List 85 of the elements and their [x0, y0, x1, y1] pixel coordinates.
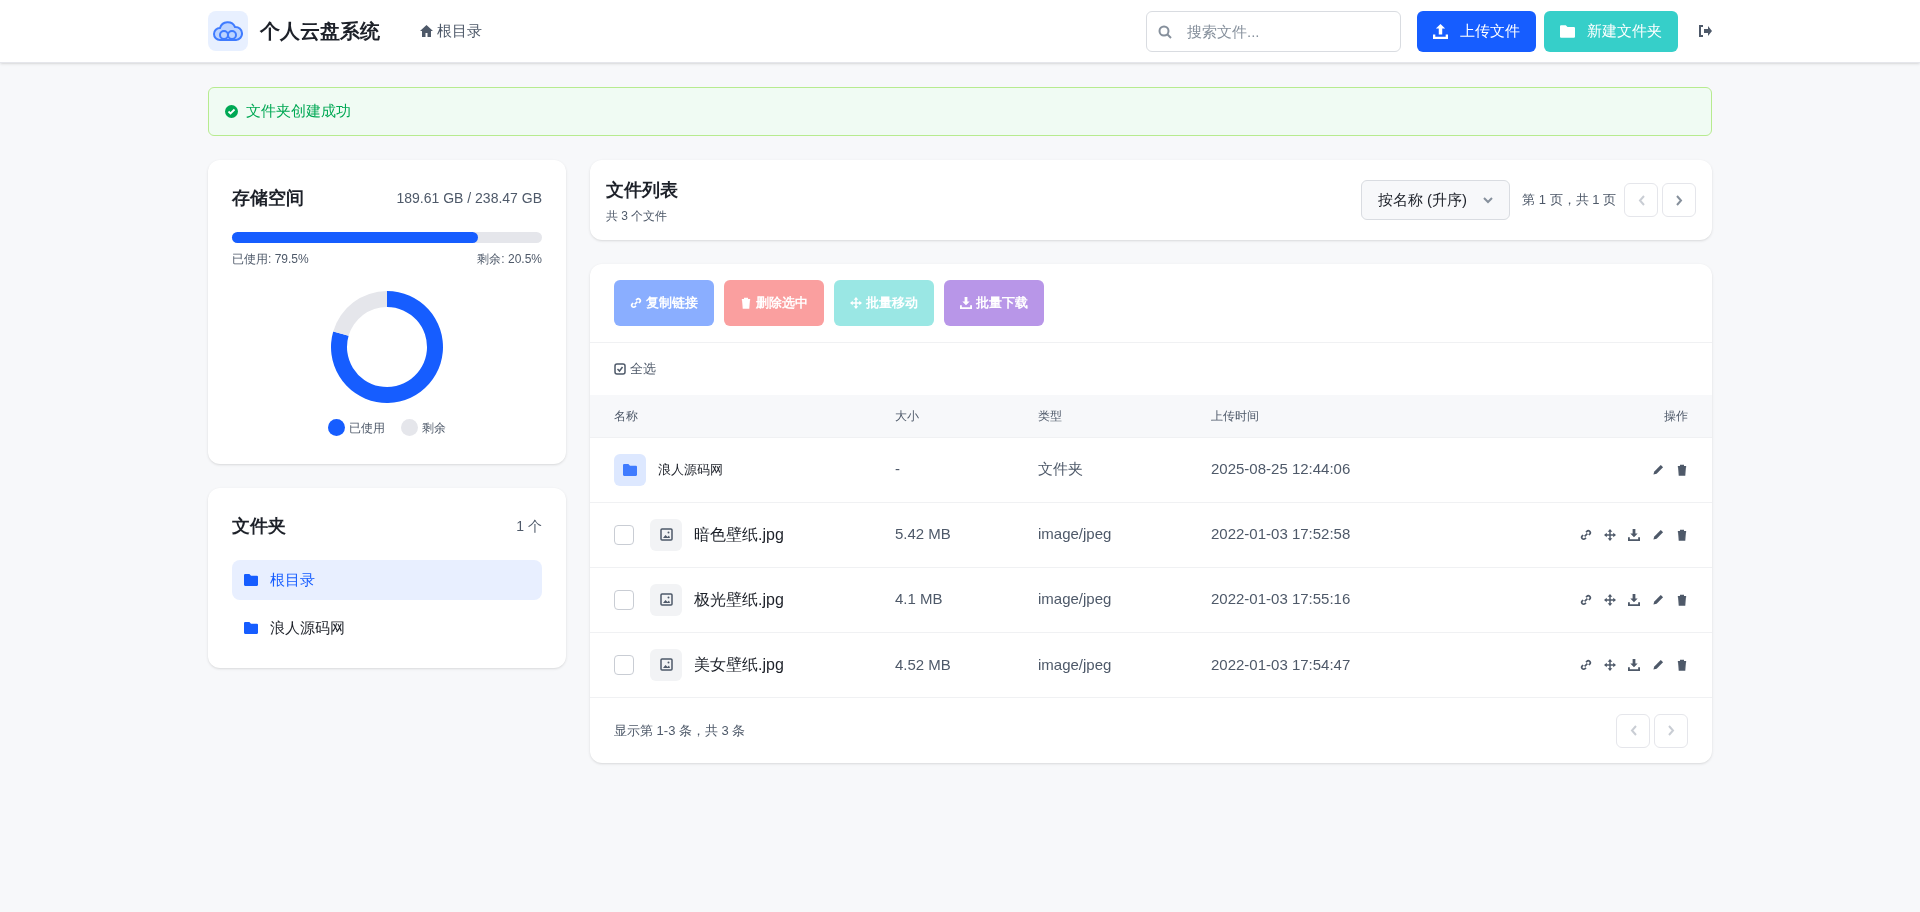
check-square-icon	[614, 363, 626, 375]
table-cell: 2025-08-25 12:44:06	[1211, 460, 1351, 478]
move-arrows-icon	[850, 297, 862, 309]
pencil-icon[interactable]	[1652, 528, 1664, 541]
file-name[interactable]: 极光壁纸.jpg	[694, 587, 784, 612]
download-icon	[960, 297, 972, 309]
card-title: 文件列表	[606, 179, 679, 202]
download-icon[interactable]	[1628, 593, 1640, 606]
folder-item[interactable]: 浪人源码网	[232, 608, 542, 648]
folder-item[interactable]: 根目录	[232, 560, 542, 600]
column-header: 类型	[1038, 395, 1211, 437]
chevron-right-icon	[1675, 194, 1683, 206]
table-cell: image/jpeg	[1038, 525, 1112, 543]
legend-label: 已使用	[349, 419, 385, 436]
search-icon	[1158, 24, 1172, 39]
storage-usage: 189.61 GB / 238.47 GB	[396, 189, 542, 208]
used-percent: 已使用: 79.5%	[232, 251, 309, 267]
search-field[interactable]: 搜索文件...	[1146, 10, 1401, 52]
pencil-icon[interactable]	[1652, 658, 1664, 671]
cloud-logo-icon	[208, 11, 248, 51]
table-cell: 2022-01-03 17:55:16	[1211, 590, 1351, 608]
link-icon[interactable]	[1580, 658, 1592, 671]
home-icon	[420, 25, 433, 37]
trash-icon	[740, 297, 752, 309]
breadcrumb-link[interactable]: 根目录	[420, 19, 482, 43]
download-icon[interactable]	[1628, 658, 1640, 671]
move-arrows-icon[interactable]	[1604, 528, 1616, 541]
table-cell: 4.52 MB	[895, 655, 951, 673]
checkbox[interactable]	[614, 524, 634, 545]
file-name[interactable]: 暗色壁纸.jpg	[694, 522, 784, 547]
table-cell: 2022-01-03 17:54:47	[1211, 655, 1351, 673]
chevron-left-icon	[1637, 194, 1645, 206]
file-count: 共 3 个文件	[606, 208, 669, 224]
upload-button[interactable]: 上传文件	[1417, 10, 1536, 52]
page-info: 第 1 页，共 1 页	[1522, 191, 1616, 210]
trash-icon[interactable]	[1676, 658, 1688, 671]
image-file-icon	[650, 583, 682, 616]
select-all-button[interactable]: 全选	[614, 359, 656, 379]
table-cell: image/jpeg	[1038, 655, 1112, 673]
sort-dropdown[interactable]: 按名称 (升序)	[1360, 180, 1511, 220]
card-title: 存储空间	[232, 187, 304, 210]
checkbox[interactable]	[614, 589, 634, 610]
table-cell: 4.1 MB	[895, 590, 943, 608]
free-percent: 剩余: 20.5%	[477, 251, 542, 267]
table-cell: 5.42 MB	[895, 525, 951, 543]
logout-icon[interactable]	[1698, 25, 1712, 37]
trash-icon[interactable]	[1676, 528, 1688, 541]
trash-icon[interactable]	[1676, 593, 1688, 606]
pagination-summary: 显示第 1-3 条，共 3 条	[614, 721, 747, 740]
folder-name[interactable]: 浪人源码网	[658, 459, 723, 480]
table-cell: -	[895, 460, 900, 478]
pencil-icon[interactable]	[1652, 593, 1664, 606]
chevron-left-icon	[1629, 725, 1637, 736]
folder-icon	[244, 573, 258, 587]
folder-count: 1 个	[516, 517, 542, 536]
column-header: 名称	[590, 395, 895, 437]
legend-label: 剩余	[422, 419, 446, 436]
folder-icon	[244, 621, 258, 635]
table-cell: 2022-01-03 17:52:58	[1211, 525, 1351, 543]
app-title: 个人云盘系统	[260, 19, 380, 44]
success-alert: 文件夹创建成功	[208, 87, 1712, 136]
link-icon[interactable]	[1580, 593, 1592, 606]
image-file-icon	[650, 648, 682, 681]
file-name[interactable]: 美女壁纸.jpg	[694, 652, 784, 677]
image-file-icon	[650, 518, 682, 551]
download-icon[interactable]	[1628, 528, 1640, 541]
chevron-right-icon	[1667, 725, 1675, 736]
move-arrows-icon[interactable]	[1604, 658, 1616, 671]
column-header: 上传时间	[1211, 395, 1469, 437]
folder-icon	[1560, 23, 1575, 39]
table-cell: 文件夹	[1038, 460, 1083, 478]
link-icon	[630, 297, 642, 309]
check-circle-icon	[225, 105, 238, 118]
trash-icon[interactable]	[1676, 463, 1688, 476]
card-title: 文件夹	[232, 515, 286, 538]
move-arrows-icon[interactable]	[1604, 593, 1616, 606]
folder-icon	[623, 462, 637, 477]
pencil-icon[interactable]	[1652, 463, 1664, 476]
table-cell: image/jpeg	[1038, 590, 1112, 608]
column-header: 大小	[895, 395, 1038, 437]
chevron-down-icon	[1483, 196, 1494, 204]
column-header: 操作	[1468, 395, 1712, 437]
link-icon[interactable]	[1580, 528, 1592, 541]
upload-icon	[1433, 23, 1448, 39]
checkbox[interactable]	[614, 654, 634, 675]
